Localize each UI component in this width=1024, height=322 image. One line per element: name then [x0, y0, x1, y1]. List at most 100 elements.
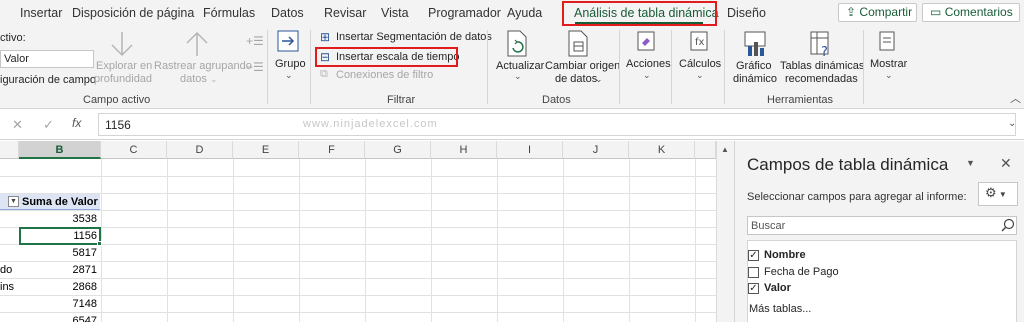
chevron-down-icon: ▼ [996, 190, 1007, 199]
gridline [497, 159, 498, 322]
tab-insertar[interactable]: Insertar [20, 6, 62, 20]
gridline [167, 159, 168, 322]
tab-formulas[interactable]: Fórmulas [203, 6, 255, 20]
formula-input[interactable]: 1156 [98, 113, 1016, 136]
comments-button[interactable]: ▭ Comentarios [922, 3, 1020, 22]
field-settings-button[interactable]: iguración de campo [0, 74, 96, 87]
ribbon: ctivo: Valor iguración de campo Explorar… [0, 26, 1024, 109]
active-field-input[interactable]: Valor [0, 50, 94, 68]
enter-icon[interactable]: ✓ [43, 117, 54, 133]
field-label: Fecha de Pago [764, 266, 839, 278]
more-tables-link[interactable]: Más tablas... [749, 303, 811, 315]
column-header-k[interactable]: K [629, 141, 695, 159]
share-icon: ⇪ [846, 5, 857, 19]
ribbon-separator [267, 30, 268, 104]
pivot-value-cell[interactable]: 2868 [2, 281, 97, 293]
gridline [0, 312, 716, 313]
pane-options-chevron-icon[interactable]: ▼ [966, 158, 975, 168]
drill-down-line1[interactable]: Explorar en [96, 60, 152, 73]
column-header-i[interactable]: I [497, 141, 563, 159]
watermark: www.ninjadelexcel.com [303, 118, 438, 130]
group-label-active-field: Campo activo [83, 94, 151, 106]
collapse-ribbon-icon[interactable]: ︿ [1010, 90, 1021, 106]
group-label-tools: Herramientas [767, 94, 834, 106]
gridline [0, 244, 716, 245]
recommended-line2[interactable]: recomendadas [785, 73, 858, 86]
gridline [0, 176, 716, 177]
tab-vista[interactable]: Vista [381, 6, 409, 20]
selected-cell-border [19, 227, 101, 245]
field-label: Nombre [764, 249, 806, 261]
svg-text:?: ? [821, 45, 828, 58]
share-button[interactable]: ⇪ Compartir [838, 3, 917, 22]
column-header-e[interactable]: E [233, 141, 299, 159]
collapse-field-icon[interactable]: −☰ [246, 61, 264, 74]
field-list: ✓ Nombre Fecha de Pago ✓ Valor Más tabla… [747, 240, 1017, 322]
pane-subtitle: Seleccionar campos para agregar al infor… [747, 191, 967, 203]
ribbon-tabs: Insertar Disposición de página Fórmulas … [0, 0, 1024, 26]
calculations-icon: fx [690, 31, 708, 51]
expand-formula-bar-icon[interactable]: ⌄ [1008, 118, 1016, 129]
tools-gear-button[interactable]: ⚙ ▼ [978, 182, 1018, 206]
column-header-j[interactable]: J [563, 141, 629, 159]
chevron-down-icon: ⌄ [285, 70, 293, 80]
column-header-g[interactable]: G [365, 141, 431, 159]
pivot-value-cell[interactable]: 6547 [2, 315, 97, 322]
pivotchart-line1[interactable]: Gráfico [736, 60, 771, 73]
tab-disposicion-pagina[interactable]: Disposición de página [72, 6, 194, 20]
insert-slicer-button[interactable]: Insertar Segmentación de datos [336, 31, 492, 44]
search-input[interactable]: Buscar [747, 216, 1017, 235]
column-header-l[interactable] [695, 141, 716, 159]
pivot-value-cell[interactable]: 5817 [2, 247, 97, 259]
gridline [0, 193, 716, 194]
drill-up-line1[interactable]: Rastrear agrupando [154, 60, 252, 73]
group-icon [277, 30, 299, 52]
pivot-value-cell[interactable]: 2871 [2, 264, 97, 276]
checkbox-valor[interactable]: ✓ [748, 283, 759, 294]
actions-icon [637, 31, 655, 51]
worksheet-grid[interactable]: B C D E F G H I J K ▼ Suma de Valor 3538… [0, 141, 716, 322]
pivotchart-line2[interactable]: dinámico [733, 73, 777, 86]
vertical-scrollbar[interactable]: ▲ [716, 141, 734, 322]
tab-datos[interactable]: Datos [271, 6, 304, 20]
tab-diseno[interactable]: Diseño [727, 6, 766, 20]
tab-ayuda[interactable]: Ayuda [507, 6, 542, 20]
pane-title: Campos de tabla dinámica [747, 155, 949, 174]
column-header-f[interactable]: F [299, 141, 365, 159]
chevron-down-icon: ⌄ [643, 70, 651, 80]
drill-down-line2[interactable]: profundidad [93, 73, 153, 86]
checkbox-fecha-de-pago[interactable] [748, 267, 759, 278]
chevron-down-icon: ⌄ [595, 74, 603, 84]
filter-dropdown-icon[interactable]: ▼ [8, 196, 19, 207]
close-icon[interactable]: ✕ [1000, 155, 1012, 172]
highlight-box-active-tab [562, 1, 717, 26]
pivot-value-cell[interactable]: 3538 [2, 213, 97, 225]
tab-programador[interactable]: Programador [428, 6, 501, 20]
pivot-value-cell[interactable]: 7148 [2, 298, 97, 310]
filter-connections-button[interactable]: Conexiones de filtro [336, 69, 433, 82]
column-header-c[interactable]: C [101, 141, 167, 159]
expand-field-icon[interactable]: +☰ [246, 35, 264, 48]
cancel-icon[interactable]: ✕ [12, 117, 23, 133]
column-header-a[interactable] [0, 141, 19, 159]
column-header-h[interactable]: H [431, 141, 497, 159]
gridline [629, 159, 630, 322]
checkbox-nombre[interactable]: ✓ [748, 250, 759, 261]
search-icon [1001, 218, 1015, 232]
recommended-pivottables-icon: ? [810, 31, 829, 58]
scroll-up-icon[interactable]: ▲ [721, 145, 729, 154]
column-header-b[interactable]: B [19, 141, 101, 159]
column-header-d[interactable]: D [167, 141, 233, 159]
gridline [233, 159, 234, 322]
recommended-line1[interactable]: Tablas dinámicas [780, 60, 864, 73]
drill-up-icon [186, 31, 208, 56]
drill-up-line2[interactable]: datos [180, 73, 207, 86]
chevron-down-icon: ⌄ [514, 71, 522, 81]
gridline [365, 159, 366, 322]
pivot-value-header: Suma de Valor [22, 196, 98, 208]
insert-function-icon[interactable]: fx [72, 116, 81, 130]
tab-revisar[interactable]: Revisar [324, 6, 366, 20]
fill-handle[interactable] [97, 241, 102, 246]
change-source-line2[interactable]: de datos [555, 73, 597, 86]
change-source-line1[interactable]: Cambiar origen [545, 60, 620, 73]
